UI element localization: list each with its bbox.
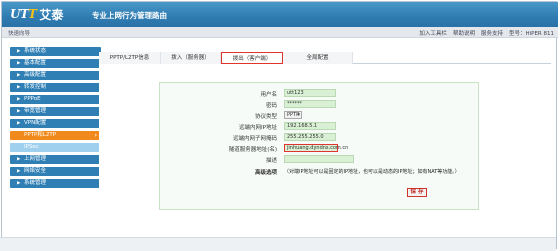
client-config-form: 用户名 utt123 密码 ****** 协议类型 PPTP 远端内网IP地址 … <box>159 82 479 210</box>
arrow-right-icon: ▶ <box>17 85 21 90</box>
sidebar-item-pppoe[interactable]: ▶ PPPoE <box>10 95 101 104</box>
logo-mark: UTT <box>10 7 37 21</box>
sidebar-item-system-management[interactable]: ▶ 系统管理 <box>10 179 101 188</box>
sidebar-item-system-status[interactable]: ▶ 系统状态 <box>10 47 101 56</box>
remote-mask-label: 远端内网子网掩码 <box>232 136 277 142</box>
username-input[interactable]: utt123 <box>284 89 336 97</box>
arrow-right-icon: ▶ <box>17 109 21 114</box>
support-link[interactable]: 服务支持 <box>481 29 503 37</box>
advanced-options-label[interactable]: 高级选项 <box>255 168 277 176</box>
arrow-right-icon: ▶ <box>17 73 21 78</box>
add-toolbar-link[interactable]: 加入工具栏 <box>419 29 447 37</box>
tab-global-config[interactable]: 全局配置 <box>283 52 353 64</box>
chevron-right-icon: › <box>94 132 97 139</box>
tab-dial-out-client[interactable]: 拨出（客户端） <box>221 52 283 64</box>
remote-mask-input[interactable]: 255.255.255.0 <box>284 133 336 141</box>
protocol-label: 协议类型 <box>254 114 277 120</box>
top-links: 加入工具栏 帮助说明 服务支持 型号：HiPER 811 <box>419 29 554 37</box>
arrow-right-icon: ▶ <box>17 169 21 174</box>
logo-chinese-name: 艾泰 <box>39 7 64 22</box>
description-label: 描述 <box>265 158 277 164</box>
arrow-right-icon: ▶ <box>17 97 21 102</box>
sidebar-item-network-security[interactable]: ▶ 网络安全 <box>10 167 101 176</box>
sidebar-item-forward-control[interactable]: ▶ 转发控制 <box>10 83 101 92</box>
password-input[interactable]: ****** <box>284 100 336 108</box>
breadcrumb[interactable]: 快速向导 <box>8 29 30 37</box>
remote-ip-row: 远端内网IP地址 192.168.5.1 <box>160 122 480 132</box>
header-bar: UTT 艾泰 专业上网行为管理路由 <box>2 2 558 27</box>
sidebar-item-pptp-l2tp[interactable]: PPTP和L2TP › <box>10 131 101 140</box>
tunnel-server-label: 隧道服务器地址(名) <box>228 147 277 153</box>
username-label: 用户名 <box>260 92 277 98</box>
remote-ip-input[interactable]: 192.168.5.1 <box>284 122 336 130</box>
header-slogan: 专业上网行为管理路由 <box>92 11 167 20</box>
help-link[interactable]: 帮助说明 <box>453 29 475 37</box>
advanced-options-hint: （对端IP地址可以是固定的IP地址，也可以是动态的IP地址；如有NAT等功能。） <box>284 169 460 175</box>
description-row: 描述 <box>160 155 480 165</box>
top-toolbar: 快速向导 加入工具栏 帮助说明 服务支持 型号：HiPER 811 <box>2 27 558 38</box>
sidebar-nav: ▶ 系统状态 ▶ 基本配置 ▶ 高级配置 ▶ 转发控制 ▶ PPPoE ▶ 带宽管理 ▶ VP… <box>10 47 101 191</box>
sidebar-item-advanced-config[interactable]: ▶ 高级配置 <box>10 71 101 80</box>
description-input[interactable] <box>284 155 354 163</box>
footer-bar <box>0 237 556 251</box>
sidebar-item-bandwidth[interactable]: ▶ 带宽管理 <box>10 107 101 116</box>
content-panel: 用户名 utt123 密码 ****** 协议类型 PPTP 远端内网IP地址 … <box>99 64 551 214</box>
arrow-right-icon: ▶ <box>17 61 21 66</box>
tunnel-server-row: 隧道服务器地址(名) jinhuang.dyndns.com.cn <box>160 144 480 154</box>
arrow-right-icon: ▶ <box>17 157 21 162</box>
sidebar-item-vpn-config[interactable]: ▶ VPN配置 <box>10 119 101 128</box>
advanced-row: 高级选项 （对端IP地址可以是固定的IP地址，也可以是动态的IP地址；如有NAT… <box>160 167 480 177</box>
tab-bar: PPTP/L2TP信息 拨入（服务器） 拨出（客户端） 全局配置 <box>99 52 551 64</box>
arrow-right-icon: ▶ <box>17 121 21 126</box>
arrow-right-icon: ▶ <box>17 49 21 54</box>
remote-ip-label: 远端内网IP地址 <box>239 125 277 131</box>
username-row: 用户名 utt123 <box>160 89 480 99</box>
sidebar-item-ipsec[interactable]: IPSec <box>10 143 101 152</box>
remote-mask-row: 远端内网子网掩码 255.255.255.0 <box>160 133 480 143</box>
model-label: 型号：HiPER 811 <box>508 31 554 37</box>
tab-pptp-l2tp-info[interactable]: PPTP/L2TP信息 <box>99 52 161 64</box>
password-row: 密码 ****** <box>160 100 480 110</box>
protocol-row: 协议类型 PPTP <box>160 111 480 121</box>
sidebar-item-access-management[interactable]: ▶ 上网管理 <box>10 155 101 164</box>
arrow-right-icon: ▶ <box>17 181 21 186</box>
tunnel-server-input[interactable]: jinhuang.dyndns.com.cn <box>284 144 348 152</box>
sidebar-item-basic-config[interactable]: ▶ 基本配置 <box>10 59 101 68</box>
password-label: 密码 <box>265 103 277 109</box>
save-button[interactable]: 保 存 <box>407 188 427 197</box>
protocol-select[interactable]: PPTP <box>284 111 302 119</box>
brand-logo: UTT 艾泰 <box>10 6 63 22</box>
tab-dial-in-server[interactable]: 拨入（服务器） <box>161 52 221 64</box>
